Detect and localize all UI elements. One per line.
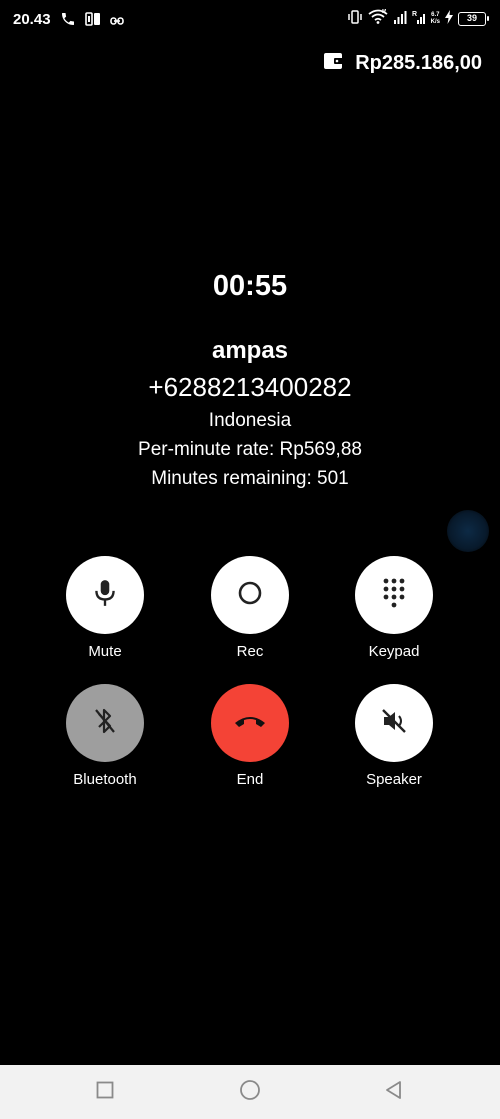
mute-label: Mute: [88, 643, 122, 660]
vibrate-icon: [347, 9, 363, 29]
speaker-off-icon: [380, 707, 408, 740]
record-button[interactable]: Rec: [190, 556, 310, 660]
sim-icon: [85, 12, 101, 31]
status-left-icons: [60, 11, 124, 32]
signal-icon: [393, 10, 407, 29]
mute-circle[interactable]: [66, 556, 144, 634]
contact-name: ampas: [211, 337, 289, 364]
signal-icon: R: [412, 10, 426, 29]
svg-text:R: R: [382, 9, 387, 15]
bluetooth-button[interactable]: Bluetooth: [45, 684, 165, 788]
floating-bubble[interactable]: [447, 510, 489, 552]
record-circle[interactable]: [211, 556, 289, 634]
back-icon: [384, 1080, 404, 1105]
speaker-button[interactable]: Speaker: [334, 684, 454, 788]
recent-apps-icon: [96, 1081, 114, 1104]
keypad-button[interactable]: Keypad: [334, 556, 454, 660]
navigation-bar: [0, 1065, 500, 1119]
link-icon: [110, 13, 124, 31]
keypad-label: Keypad: [368, 643, 420, 660]
status-right-icons: R R 6.7 K/s 39: [347, 9, 489, 29]
record-label: Rec: [236, 643, 264, 660]
phone-number: +6288213400282: [148, 372, 352, 402]
balance: Rp285.186,00: [323, 52, 482, 75]
bluetooth-off-icon: [92, 706, 118, 741]
keypad-icon: [382, 577, 406, 614]
svg-text:R: R: [412, 11, 417, 18]
microphone-icon: [92, 578, 118, 613]
recent-apps-button[interactable]: [93, 1080, 117, 1104]
bluetooth-label: Bluetooth: [73, 771, 137, 788]
status-bar: 20.43 R R 6.7 K/s 39: [0, 0, 500, 40]
minutes-remaining: Minutes remaining: 501: [151, 468, 349, 489]
speaker-label: Speaker: [366, 771, 422, 788]
country: Indonesia: [208, 410, 292, 431]
phone-icon: [60, 11, 76, 32]
network-speed: 6.7 K/s: [430, 12, 440, 25]
back-button[interactable]: [382, 1080, 406, 1104]
bluetooth-circle[interactable]: [66, 684, 144, 762]
end-call-circle[interactable]: [211, 684, 289, 762]
mute-button[interactable]: Mute: [45, 556, 165, 660]
home-button[interactable]: [238, 1079, 262, 1106]
wifi-icon: R: [368, 9, 388, 29]
end-call-icon: [233, 711, 267, 736]
per-minute-rate: Per-minute rate: Rp569,88: [138, 439, 362, 460]
home-icon: [239, 1079, 261, 1106]
keypad-circle[interactable]: [355, 556, 433, 634]
charging-icon: [445, 9, 453, 29]
speaker-circle[interactable]: [355, 684, 433, 762]
battery-icon: 39: [458, 12, 489, 26]
status-time: 20.43: [13, 11, 51, 28]
end-call-label: End: [236, 771, 264, 788]
call-timer: 00:55: [212, 270, 288, 302]
end-call-button[interactable]: End: [190, 684, 310, 788]
balance-amount: Rp285.186,00: [355, 52, 482, 74]
record-icon: [236, 579, 264, 612]
wallet-icon: [323, 52, 344, 75]
